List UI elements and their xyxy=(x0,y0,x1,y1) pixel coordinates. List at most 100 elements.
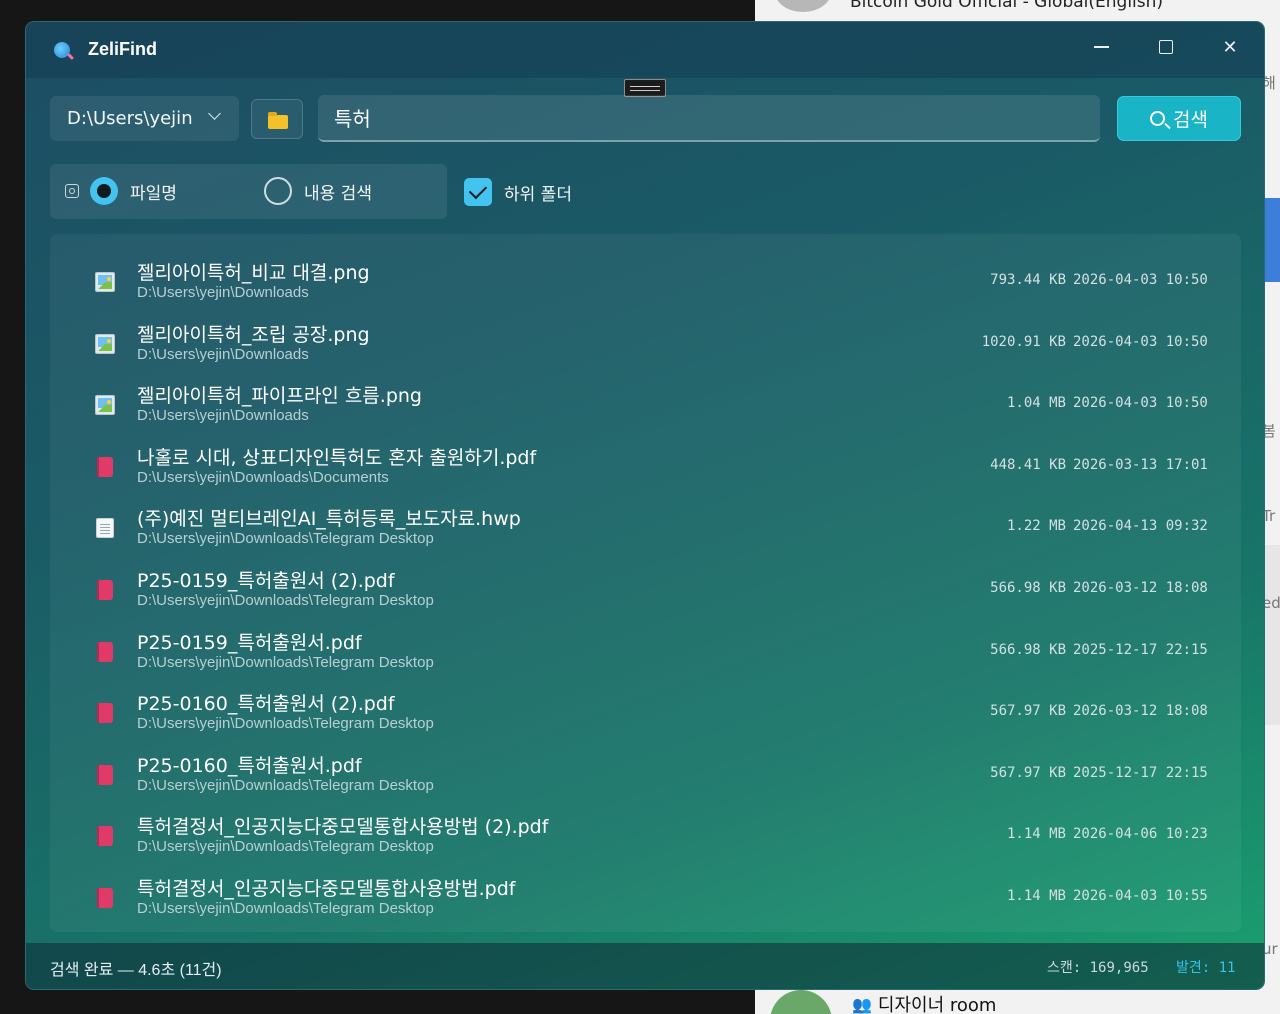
maximize-icon xyxy=(1159,40,1173,54)
search-input[interactable] xyxy=(318,95,1100,142)
image-sun-glyph xyxy=(107,338,111,343)
radio-filename-label: 파일명 xyxy=(130,183,177,204)
result-file-size: 566.98 KB xyxy=(990,580,1066,596)
result-row[interactable]: 젤리아이특허_조립 공장.png D:\Users\yejin\Downloads… xyxy=(50,306,1241,367)
result-file-date: 2026-03-12 18:08 xyxy=(1073,703,1208,720)
chat-edge-text: ed xyxy=(1262,594,1280,612)
status-text: 검색 완료 — 4.6초 (11건) xyxy=(50,962,222,979)
result-file-size: 566.98 KB xyxy=(990,641,1066,658)
chat-top-text: Bitcoin Gold Official - Global(English) xyxy=(850,0,1164,12)
result-row[interactable]: 젤리아이특허_파이프라인 흐름.png D:\Users\yejin\Downlo… xyxy=(50,367,1241,428)
browse-folder-button[interactable] xyxy=(251,99,303,139)
result-file-size: 1.14 MB xyxy=(1006,888,1066,904)
subfolders-label: 하위 폴더 xyxy=(504,184,572,205)
radio-filename-dot xyxy=(90,177,118,205)
result-file-path: D:\Users\yejin\Downloads\Telegram Deskto… xyxy=(137,838,434,856)
scan-count: 스캔: 169,965 xyxy=(1047,960,1149,976)
result-file-size: 567.97 KB xyxy=(990,764,1066,781)
status-bar: 검색 완료 — 4.6초 (11건) 스캔: 169,965 발견: 11 xyxy=(26,943,1264,989)
radio-content-dot xyxy=(264,177,292,205)
close-button[interactable]: ✕ xyxy=(1207,30,1253,64)
result-file-name: 특허결정서_인공지능다중모델통합사용방법.pdf xyxy=(137,878,516,900)
radio-content-search[interactable]: 내용 검색 xyxy=(264,177,372,205)
result-file-name: 나홀로 시대, 상표디자인특허도 혼자 출원하기.pdf xyxy=(137,446,537,469)
result-file-path: D:\Users\yejin\Downloads\Documents xyxy=(137,468,389,486)
result-file-size: 1.22 MB xyxy=(1006,518,1066,535)
image-file-icon xyxy=(95,333,115,354)
result-row[interactable]: (주)예진 멀티브레인AI_특허등록_보도자료.hwp D:\Users\yeji… xyxy=(50,490,1241,551)
result-file-path: D:\Users\yejin\Downloads\Telegram Deskto… xyxy=(137,530,434,548)
chat-room-item[interactable]: 👥 디자이너 room xyxy=(852,991,996,1014)
subfolders-checkbox-row[interactable]: 하위 폴더 xyxy=(464,178,572,206)
book-file-icon xyxy=(97,703,113,724)
result-file-name: 젤리아이특허_비교 대결.png xyxy=(137,262,370,284)
search-path-value: D:\Users\yejin xyxy=(67,108,193,129)
result-row[interactable]: P25-0160_특허출원서.pdf D:\Users\yejin\Downloa… xyxy=(50,737,1241,798)
image-file-icon xyxy=(95,272,115,292)
chat-edge-text: ur xyxy=(1262,940,1278,958)
result-file-date: 2026-04-03 10:50 xyxy=(1073,272,1208,288)
book-file-icon xyxy=(97,641,113,662)
group-icon: 👥 xyxy=(852,994,872,1014)
document-file-icon xyxy=(96,518,114,539)
result-row[interactable]: 나홀로 시대, 상표디자인특허도 혼자 출원하기.pdf D:\Users\yej… xyxy=(50,429,1241,490)
result-file-size: 793.44 KB xyxy=(990,272,1066,288)
zelifind-window: ZeliFind ✕ D:\Users\yejin 검색 파일명 내용 검색 하… xyxy=(26,22,1264,989)
result-file-path: D:\Users\yejin\Downloads\Telegram Deskto… xyxy=(137,900,434,917)
result-file-date: 2025-12-17 22:15 xyxy=(1073,641,1208,658)
result-file-date: 2025-12-17 22:15 xyxy=(1073,764,1208,781)
result-file-path: D:\Users\yejin\Downloads\Telegram Deskto… xyxy=(137,653,434,671)
book-file-icon xyxy=(97,580,113,600)
chevron-down-icon xyxy=(208,107,221,120)
search-icon xyxy=(1150,111,1166,126)
result-file-path: D:\Users\yejin\Downloads\Telegram Deskto… xyxy=(137,776,434,794)
result-file-size: 567.97 KB xyxy=(990,703,1066,720)
title-bar[interactable]: ZeliFind ✕ xyxy=(26,22,1264,78)
result-row[interactable]: P25-0159_특허출원서.pdf D:\Users\yejin\Downloa… xyxy=(50,614,1241,675)
result-file-name: (주)예진 멀티브레인AI_특허등록_보도자료.hwp xyxy=(137,508,521,531)
image-sun-glyph xyxy=(107,400,111,405)
chat-room-name: 디자이너 room xyxy=(877,995,997,1014)
result-file-name: P25-0159_특허출원서.pdf xyxy=(137,631,362,654)
result-file-name: 특허결정서_인공지능다중모델통합사용방법 (2).pdf xyxy=(137,816,549,839)
result-file-size: 1.14 MB xyxy=(1006,826,1066,843)
result-file-date: 2026-04-03 10:50 xyxy=(1073,395,1208,412)
book-file-icon xyxy=(97,764,113,785)
result-file-name: P25-0160_특허출원서.pdf xyxy=(137,754,362,777)
chat-edge-panel xyxy=(1265,545,1280,725)
chat-edge-highlight xyxy=(1265,198,1280,282)
result-file-date: 2026-03-13 17:01 xyxy=(1073,456,1208,473)
result-row[interactable]: P25-0159_특허출원서 (2).pdf D:\Users\yejin\Dow… xyxy=(50,552,1241,613)
radio-content-label: 내용 검색 xyxy=(304,183,372,204)
found-count: 발견: 11 xyxy=(1176,960,1236,976)
result-file-date: 2026-04-13 09:32 xyxy=(1073,518,1208,535)
result-row[interactable]: 특허결정서_인공지능다중모델통합사용방법 (2).pdf D:\Users\yej… xyxy=(50,798,1241,859)
result-file-date: 2026-04-03 10:55 xyxy=(1073,888,1208,904)
result-file-name: P25-0159_특허출원서 (2).pdf xyxy=(137,570,395,592)
subfolders-checkbox[interactable] xyxy=(464,178,492,206)
book-file-icon xyxy=(97,888,113,908)
maximize-button[interactable] xyxy=(1143,30,1189,64)
chat-edge-text: 해 xyxy=(1262,74,1276,92)
result-row[interactable]: 젤리아이특허_비교 대결.png D:\Users\yejin\Downloads… xyxy=(50,244,1241,305)
search-path-dropdown[interactable]: D:\Users\yejin xyxy=(50,96,239,141)
result-file-size: 1020.91 KB xyxy=(981,333,1066,350)
results-list: 젤리아이특허_비교 대결.png D:\Users\yejin\Downloads… xyxy=(50,234,1241,932)
result-row[interactable]: P25-0160_특허출원서 (2).pdf D:\Users\yejin\Dow… xyxy=(50,675,1241,736)
image-sun-glyph xyxy=(107,277,111,281)
minimize-icon xyxy=(1093,46,1109,48)
room-avatar[interactable] xyxy=(770,990,832,1014)
result-file-date: 2026-04-03 10:50 xyxy=(1073,333,1208,350)
result-file-path: D:\Users\yejin\Downloads xyxy=(137,407,309,425)
minimize-button[interactable] xyxy=(1078,30,1124,64)
search-mode-group: 파일명 내용 검색 xyxy=(50,164,447,219)
result-row[interactable]: 특허결정서_인공지능다중모델통합사용방법.pdf D:\Users\yejin\D… xyxy=(50,860,1241,921)
book-file-icon xyxy=(97,826,113,847)
grip-icon xyxy=(630,85,660,91)
result-file-path: D:\Users\yejin\Downloads\Telegram Deskto… xyxy=(137,715,434,733)
search-button-label: 검색 xyxy=(1173,109,1208,131)
mode-search-icon xyxy=(65,184,79,198)
radio-filename[interactable]: 파일명 xyxy=(90,177,177,205)
search-button[interactable]: 검색 xyxy=(1117,96,1241,141)
close-icon: ✕ xyxy=(1222,36,1238,58)
